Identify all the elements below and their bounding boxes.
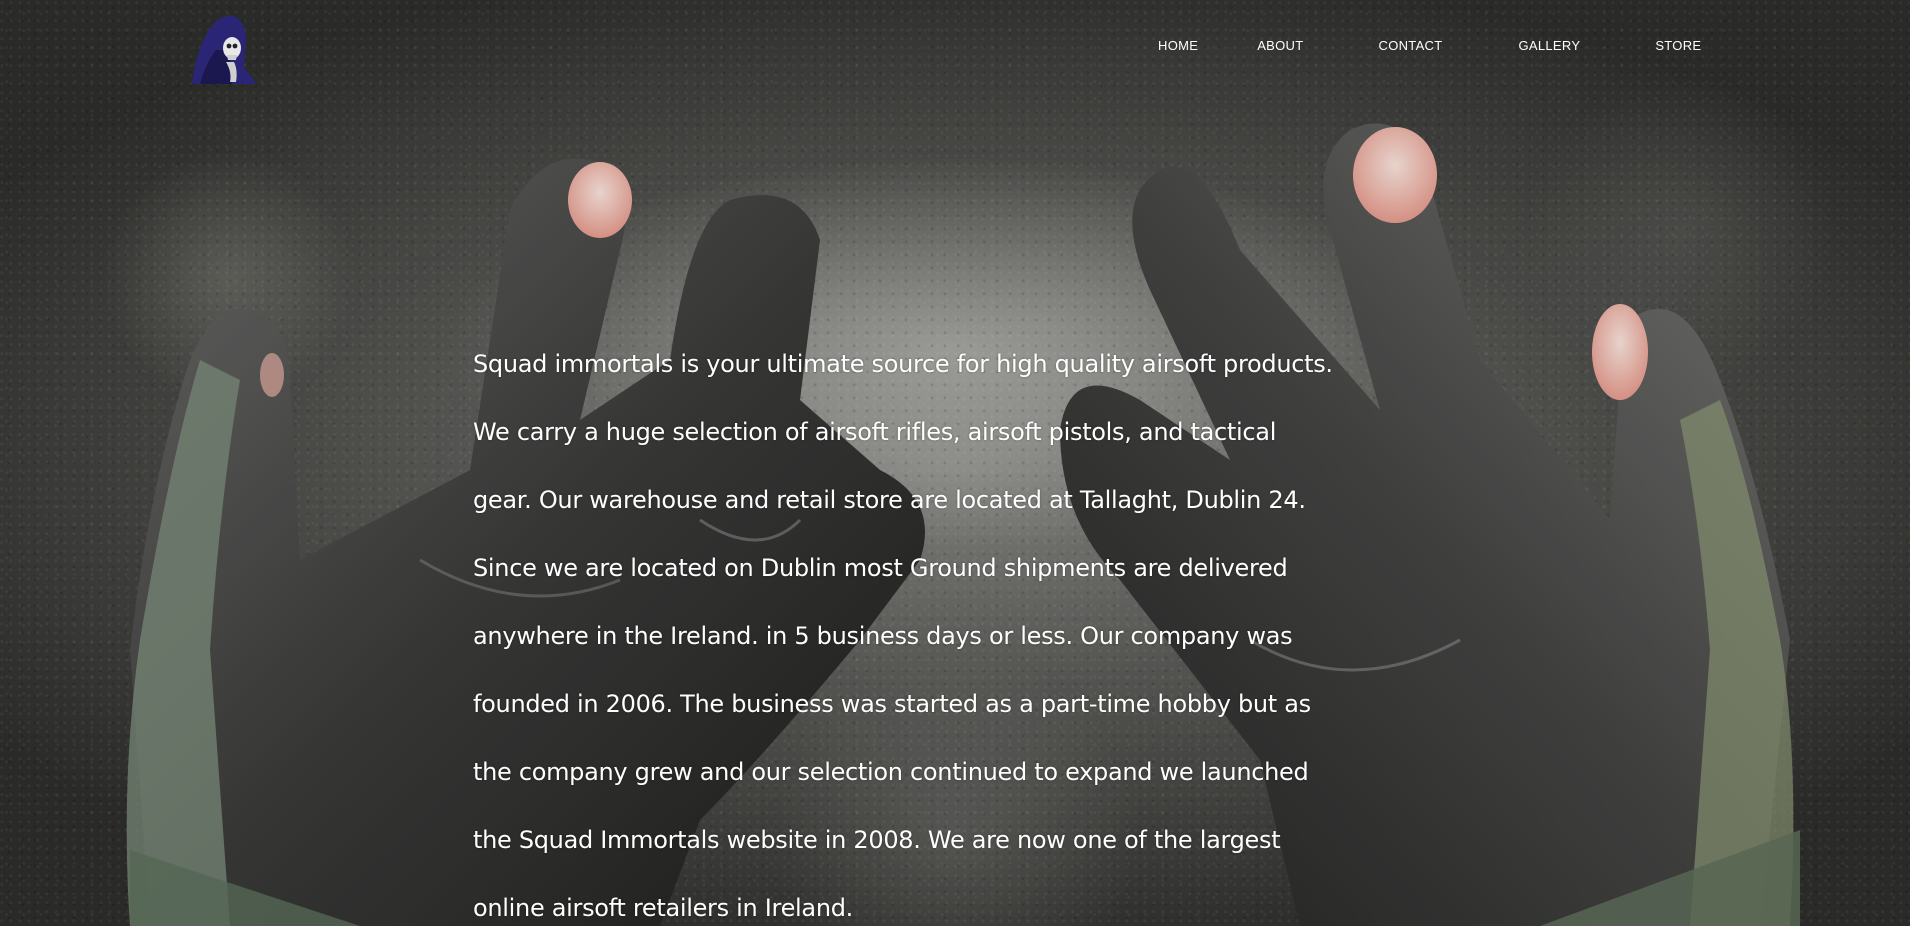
about-line: Since we are located on Dublin most Grou… [473, 554, 1288, 582]
about-line: the company grew and our selection conti… [473, 758, 1309, 786]
nav-store[interactable]: STORE [1655, 38, 1701, 53]
nav-gallery[interactable]: GALLERY [1518, 38, 1580, 53]
about-line: online airsoft retailers in Ireland. [473, 894, 853, 922]
about-line: the Squad Immortals website in 2008. We … [473, 826, 1281, 854]
about-line: Squad immortals is your ultimate source … [473, 350, 1333, 378]
nav-about[interactable]: ABOUT [1257, 38, 1303, 53]
page: HOME ABOUT CONTACT GALLERY STORE Squad i… [0, 0, 1910, 926]
about-line: We carry a huge selection of airsoft rif… [473, 418, 1277, 446]
hooded-skull-icon [192, 15, 256, 84]
about-paragraph: Squad immortals is your ultimate source … [473, 313, 1473, 926]
about-line: founded in 2006. The business was starte… [473, 690, 1311, 718]
main-nav: HOME ABOUT CONTACT GALLERY STORE [1158, 38, 1701, 53]
about-line: gear. Our warehouse and retail store are… [473, 486, 1306, 514]
site-logo[interactable] [186, 10, 258, 88]
nav-home[interactable]: HOME [1158, 38, 1198, 53]
nav-contact[interactable]: CONTACT [1379, 38, 1443, 53]
about-line: anywhere in the Ireland. in 5 business d… [473, 622, 1293, 650]
